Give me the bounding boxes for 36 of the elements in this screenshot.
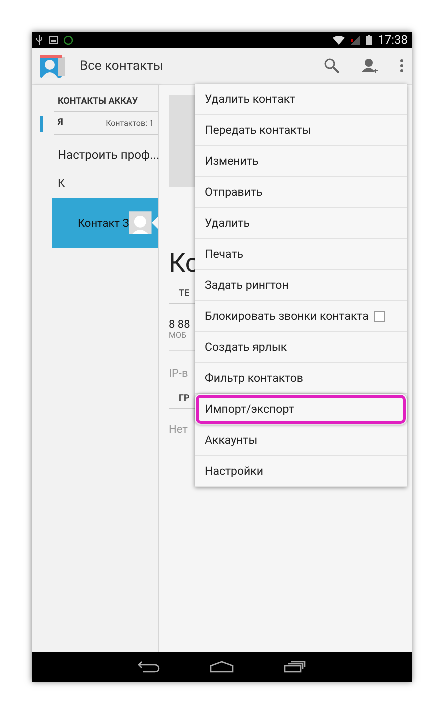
recent-apps-icon[interactable] [284,661,306,673]
menu-item[interactable]: Создать ярлык [195,332,407,363]
setup-profile-item[interactable]: Настроить проф... [32,135,158,175]
search-icon[interactable] [324,58,340,74]
home-icon[interactable] [210,661,234,673]
groups-value: Нет [169,423,188,436]
me-label: Я [58,118,64,128]
menu-item[interactable]: Отправить [195,177,407,208]
menu-item[interactable]: Аккаунты [195,425,407,456]
phone-number[interactable]: 8 88 [169,318,190,331]
menu-item[interactable]: Блокировать звонки контакта [195,301,407,332]
overflow-menu-icon[interactable] [400,59,404,73]
menu-item[interactable]: Фильтр контактов [195,363,407,394]
image-icon [49,36,58,44]
menu-item[interactable]: Импорт/экспорт [195,394,407,425]
section-letter: К [57,176,66,192]
menu-item[interactable]: Изменить [195,146,407,177]
ip-label: IP-в [169,367,188,380]
back-icon[interactable] [138,661,160,673]
battery-icon [366,35,372,45]
status-time: 17:38 [378,33,408,47]
menu-item[interactable]: Задать рингтон [195,270,407,301]
contact-item[interactable]: Контакт З [52,198,158,248]
contacts-app-icon[interactable] [40,53,66,79]
add-person-icon[interactable] [362,58,378,74]
menu-item[interactable]: Удалить [195,208,407,239]
menu-item[interactable]: Передать контакты [195,115,407,146]
menu-item[interactable]: Удалить контакт [195,84,407,115]
signal-icon [351,36,360,44]
menu-item[interactable]: Настройки [195,456,407,487]
menu-item[interactable]: Печать [195,239,407,270]
section-header: КОНТАКТЫ АККАУ [54,93,158,112]
contact-count: Контактов: 1 [106,118,154,128]
checkbox[interactable] [374,310,385,322]
usb-icon [36,35,43,45]
wifi-icon [333,36,346,44]
